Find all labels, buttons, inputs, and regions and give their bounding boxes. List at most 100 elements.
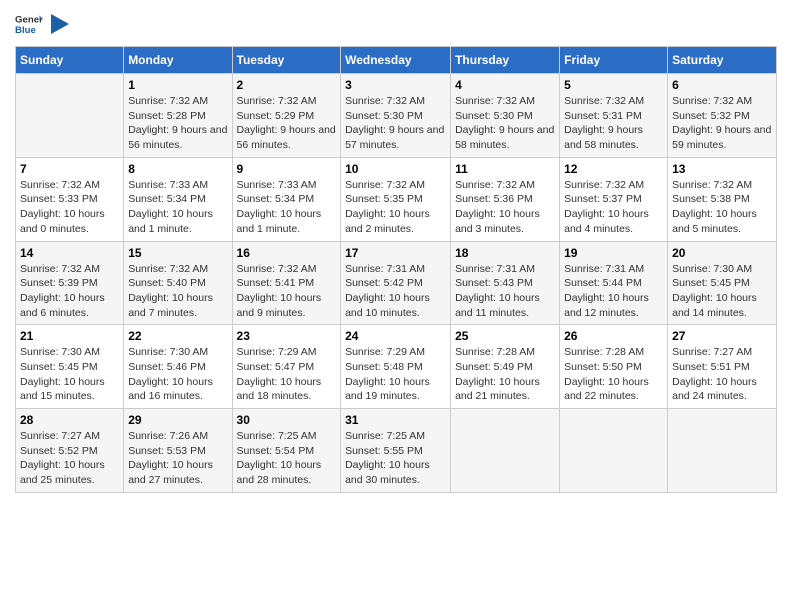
day-info: Sunrise: 7:32 AMSunset: 5:28 PMDaylight:… xyxy=(128,94,227,153)
logo-icon: General Blue xyxy=(15,10,43,38)
day-number: 29 xyxy=(128,413,227,427)
day-info: Sunrise: 7:29 AMSunset: 5:47 PMDaylight:… xyxy=(237,345,337,404)
calendar-cell: 3Sunrise: 7:32 AMSunset: 5:30 PMDaylight… xyxy=(341,74,451,158)
day-number: 27 xyxy=(672,329,772,343)
day-number: 12 xyxy=(564,162,663,176)
weekday-header-thursday: Thursday xyxy=(451,47,560,74)
day-number: 19 xyxy=(564,246,663,260)
weekday-header-monday: Monday xyxy=(124,47,232,74)
day-info: Sunrise: 7:31 AMSunset: 5:44 PMDaylight:… xyxy=(564,262,663,321)
week-row-3: 14 Sunrise: 7:32 AMSunset: 5:39 PMDayligh… xyxy=(16,241,777,325)
calendar-cell: 18Sunrise: 7:31 AMSunset: 5:43 PMDayligh… xyxy=(451,241,560,325)
day-number: 26 xyxy=(564,329,663,343)
day-info: Sunrise: 7:26 AMSunset: 5:53 PMDaylight:… xyxy=(128,429,227,488)
calendar-cell: 21 Sunrise: 7:30 AMSunset: 5:45 PMDayligh… xyxy=(16,325,124,409)
day-number: 21 xyxy=(20,329,119,343)
day-info: Sunrise: 7:28 AMSunset: 5:49 PMDaylight:… xyxy=(455,345,555,404)
day-info: Sunrise: 7:25 AMSunset: 5:55 PMDaylight:… xyxy=(345,429,446,488)
week-row-5: 28 Sunrise: 7:27 AMSunset: 5:52 PMDayligh… xyxy=(16,409,777,493)
day-info: Sunrise: 7:32 AMSunset: 5:39 PMDaylight:… xyxy=(20,262,119,321)
week-row-4: 21 Sunrise: 7:30 AMSunset: 5:45 PMDayligh… xyxy=(16,325,777,409)
day-number: 5 xyxy=(564,78,663,92)
calendar-cell: 9 Sunrise: 7:33 AMSunset: 5:34 PMDaylight… xyxy=(232,157,341,241)
week-row-2: 7 Sunrise: 7:32 AMSunset: 5:33 PMDaylight… xyxy=(16,157,777,241)
page-header: General Blue xyxy=(15,10,777,38)
calendar-cell: 15 Sunrise: 7:32 AMSunset: 5:40 PMDayligh… xyxy=(124,241,232,325)
calendar-cell: 29 Sunrise: 7:26 AMSunset: 5:53 PMDayligh… xyxy=(124,409,232,493)
calendar-cell: 23 Sunrise: 7:29 AMSunset: 5:47 PMDayligh… xyxy=(232,325,341,409)
svg-text:General: General xyxy=(15,14,43,25)
day-number: 6 xyxy=(672,78,772,92)
calendar-cell: 14 Sunrise: 7:32 AMSunset: 5:39 PMDayligh… xyxy=(16,241,124,325)
day-info: Sunrise: 7:25 AMSunset: 5:54 PMDaylight:… xyxy=(237,429,337,488)
day-info: Sunrise: 7:32 AMSunset: 5:38 PMDaylight:… xyxy=(672,178,772,237)
calendar-cell: 2 Sunrise: 7:32 AMSunset: 5:29 PMDaylight… xyxy=(232,74,341,158)
day-number: 3 xyxy=(345,78,446,92)
day-number: 14 xyxy=(20,246,119,260)
calendar-cell: 27 Sunrise: 7:27 AMSunset: 5:51 PMDayligh… xyxy=(668,325,777,409)
calendar-cell: 6 Sunrise: 7:32 AMSunset: 5:32 PMDaylight… xyxy=(668,74,777,158)
day-number: 17 xyxy=(345,246,446,260)
day-number: 11 xyxy=(455,162,555,176)
day-number: 31 xyxy=(345,413,446,427)
weekday-header-friday: Friday xyxy=(560,47,668,74)
calendar-cell: 4Sunrise: 7:32 AMSunset: 5:30 PMDaylight… xyxy=(451,74,560,158)
day-number: 10 xyxy=(345,162,446,176)
day-number: 18 xyxy=(455,246,555,260)
day-info: Sunrise: 7:30 AMSunset: 5:45 PMDaylight:… xyxy=(672,262,772,321)
day-number: 2 xyxy=(237,78,337,92)
calendar-cell xyxy=(668,409,777,493)
calendar-cell: 25 Sunrise: 7:28 AMSunset: 5:49 PMDayligh… xyxy=(451,325,560,409)
day-number: 16 xyxy=(237,246,337,260)
day-number: 20 xyxy=(672,246,772,260)
calendar-cell: 16Sunrise: 7:32 AMSunset: 5:41 PMDayligh… xyxy=(232,241,341,325)
day-number: 9 xyxy=(237,162,337,176)
calendar-cell xyxy=(560,409,668,493)
calendar-cell: 26 Sunrise: 7:28 AMSunset: 5:50 PMDayligh… xyxy=(560,325,668,409)
calendar-cell xyxy=(16,74,124,158)
calendar-cell: 31 Sunrise: 7:25 AMSunset: 5:55 PMDayligh… xyxy=(341,409,451,493)
calendar-cell: 30 Sunrise: 7:25 AMSunset: 5:54 PMDayligh… xyxy=(232,409,341,493)
logo: General Blue xyxy=(15,10,69,38)
day-info: Sunrise: 7:32 AMSunset: 5:37 PMDaylight:… xyxy=(564,178,663,237)
day-info: Sunrise: 7:33 AMSunset: 5:34 PMDaylight:… xyxy=(237,178,337,237)
weekday-header-sunday: Sunday xyxy=(16,47,124,74)
day-info: Sunrise: 7:28 AMSunset: 5:50 PMDaylight:… xyxy=(564,345,663,404)
day-info: Sunrise: 7:32 AMSunset: 5:29 PMDaylight:… xyxy=(237,94,337,153)
calendar-cell: 12 Sunrise: 7:32 AMSunset: 5:37 PMDayligh… xyxy=(560,157,668,241)
logo-arrow-icon xyxy=(51,14,69,34)
day-info: Sunrise: 7:27 AMSunset: 5:52 PMDaylight:… xyxy=(20,429,119,488)
calendar-cell: 20 Sunrise: 7:30 AMSunset: 5:45 PMDayligh… xyxy=(668,241,777,325)
day-info: Sunrise: 7:32 AMSunset: 5:33 PMDaylight:… xyxy=(20,178,119,237)
calendar-cell: 7 Sunrise: 7:32 AMSunset: 5:33 PMDaylight… xyxy=(16,157,124,241)
day-number: 7 xyxy=(20,162,119,176)
day-info: Sunrise: 7:32 AMSunset: 5:35 PMDaylight:… xyxy=(345,178,446,237)
weekday-header-wednesday: Wednesday xyxy=(341,47,451,74)
day-number: 4 xyxy=(455,78,555,92)
calendar-cell: 10 Sunrise: 7:32 AMSunset: 5:35 PMDayligh… xyxy=(341,157,451,241)
day-number: 28 xyxy=(20,413,119,427)
day-number: 22 xyxy=(128,329,227,343)
calendar-table: SundayMondayTuesdayWednesdayThursdayFrid… xyxy=(15,46,777,493)
day-number: 15 xyxy=(128,246,227,260)
day-number: 23 xyxy=(237,329,337,343)
day-number: 25 xyxy=(455,329,555,343)
day-number: 30 xyxy=(237,413,337,427)
calendar-cell: 28 Sunrise: 7:27 AMSunset: 5:52 PMDayligh… xyxy=(16,409,124,493)
day-number: 8 xyxy=(128,162,227,176)
day-info: Sunrise: 7:32 AMSunset: 5:40 PMDaylight:… xyxy=(128,262,227,321)
week-row-1: 1Sunrise: 7:32 AMSunset: 5:28 PMDaylight… xyxy=(16,74,777,158)
svg-text:Blue: Blue xyxy=(15,25,36,36)
calendar-cell: 17 Sunrise: 7:31 AMSunset: 5:42 PMDayligh… xyxy=(341,241,451,325)
day-info: Sunrise: 7:30 AMSunset: 5:45 PMDaylight:… xyxy=(20,345,119,404)
day-info: Sunrise: 7:31 AMSunset: 5:42 PMDaylight:… xyxy=(345,262,446,321)
day-info: Sunrise: 7:32 AMSunset: 5:36 PMDaylight:… xyxy=(455,178,555,237)
weekday-header-tuesday: Tuesday xyxy=(232,47,341,74)
day-info: Sunrise: 7:32 AMSunset: 5:32 PMDaylight:… xyxy=(672,94,772,153)
day-info: Sunrise: 7:27 AMSunset: 5:51 PMDaylight:… xyxy=(672,345,772,404)
calendar-cell: 8Sunrise: 7:33 AMSunset: 5:34 PMDaylight… xyxy=(124,157,232,241)
day-info: Sunrise: 7:30 AMSunset: 5:46 PMDaylight:… xyxy=(128,345,227,404)
day-number: 13 xyxy=(672,162,772,176)
calendar-cell: 19 Sunrise: 7:31 AMSunset: 5:44 PMDayligh… xyxy=(560,241,668,325)
day-info: Sunrise: 7:32 AMSunset: 5:31 PMDaylight:… xyxy=(564,94,663,153)
